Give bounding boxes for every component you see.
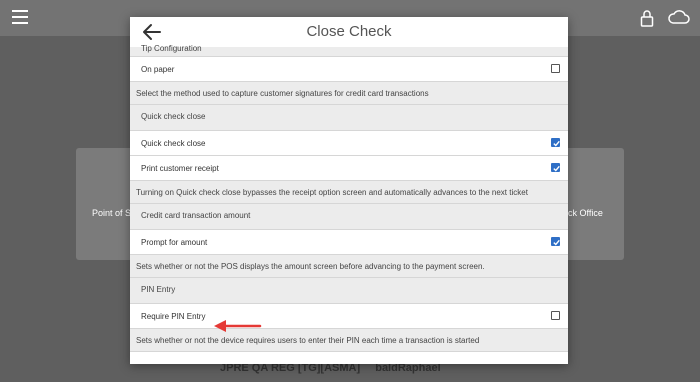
description-text: Sets whether or not the POS displays the… [136, 262, 485, 271]
on-paper-checkbox[interactable] [551, 64, 560, 73]
check-icon [553, 140, 560, 147]
lock-icon[interactable] [640, 9, 654, 32]
setting-require-pin-entry[interactable]: Require PIN Entry [130, 304, 568, 329]
section-title: Tip Configuration [141, 44, 202, 53]
menu-icon[interactable] [12, 10, 28, 24]
modal-header: Close Check [130, 17, 568, 47]
setting-label: On paper [141, 65, 175, 74]
setting-label: Require PIN Entry [141, 312, 206, 321]
section-title: Quick check close [141, 112, 206, 121]
section-header: Credit card transaction amount [130, 204, 568, 230]
setting-quick-check-close[interactable]: Quick check close [130, 131, 568, 156]
section-header: Quick check close [130, 105, 568, 131]
section-title: PIN Entry [141, 285, 176, 294]
setting-label: Prompt for amount [141, 238, 208, 247]
quick-check-close-checkbox[interactable] [551, 138, 560, 147]
description-text: Sets whether or not the device requires … [136, 336, 480, 345]
setting-on-paper[interactable]: On paper [130, 57, 568, 82]
modal-title: Close Check [306, 23, 392, 40]
check-icon [553, 165, 560, 172]
section-title: Credit card transaction amount [141, 211, 251, 220]
section-header: PIN Entry [130, 278, 568, 304]
prompt-for-amount-checkbox[interactable] [551, 237, 560, 246]
print-customer-receipt-checkbox[interactable] [551, 163, 560, 172]
cloud-icon[interactable] [668, 8, 690, 31]
description-text: Select the method used to capture custom… [136, 89, 429, 98]
setting-description: Turning on Quick check close bypasses th… [130, 181, 568, 204]
setting-label: Print customer receipt [141, 164, 219, 173]
require-pin-entry-checkbox[interactable] [551, 311, 560, 320]
setting-description: Sets whether or not the device requires … [130, 329, 568, 352]
setting-prompt-for-amount[interactable]: Prompt for amount [130, 230, 568, 255]
back-office-card-label: ck Office [568, 208, 603, 218]
setting-print-customer-receipt[interactable]: Print customer receipt [130, 156, 568, 181]
point-of-sale-card-label: Point of S [92, 208, 132, 218]
setting-label: Quick check close [141, 139, 206, 148]
close-check-modal: Close Check Tip Configuration On paper Sel… [130, 17, 568, 364]
setting-description: Sets whether or not the POS displays the… [130, 255, 568, 278]
description-text: Turning on Quick check close bypasses th… [136, 188, 528, 197]
annotation-arrow [214, 320, 262, 332]
section-header: Tip Configuration [130, 44, 568, 57]
check-icon [553, 239, 560, 246]
setting-description: Select the method used to capture custom… [130, 82, 568, 105]
settings-list: Tip Configuration On paper Select the meth… [130, 44, 568, 352]
